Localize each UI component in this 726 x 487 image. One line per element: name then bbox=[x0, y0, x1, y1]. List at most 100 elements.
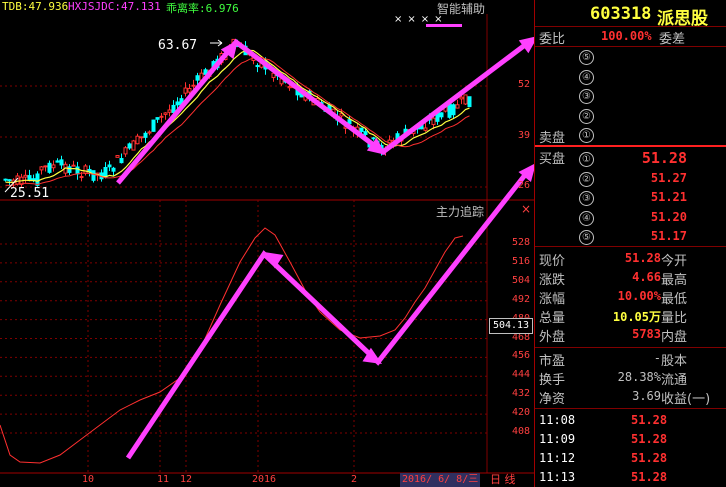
weibi-value: 100.00% bbox=[601, 29, 652, 43]
stat-label: 涨幅 bbox=[539, 292, 566, 307]
candle-body bbox=[175, 101, 180, 106]
candle-body bbox=[39, 166, 44, 171]
candle-body bbox=[187, 87, 192, 93]
sub-panel-title: 主力追踪 bbox=[436, 205, 485, 219]
stat-value: 10.05万 bbox=[612, 310, 661, 324]
kline-chart[interactable] bbox=[0, 0, 534, 487]
candle-body bbox=[195, 75, 200, 81]
candle-body bbox=[83, 165, 88, 174]
tick-row[interactable]: 11:08 51.28 bbox=[535, 412, 726, 430]
tick-row[interactable]: 11:12 51.28 bbox=[535, 450, 726, 468]
fundamental-label: 股本 bbox=[661, 354, 688, 369]
sell-level-number: ② bbox=[579, 108, 594, 124]
sell-level-number: ④ bbox=[579, 69, 594, 85]
fundamental-label: 市盈 bbox=[539, 354, 566, 369]
chart-area[interactable]: TDB:47.936 HXJSJDC:47.131 乖离率:6.976 智能辅助… bbox=[0, 0, 534, 487]
fundamental-value: 3.69 bbox=[632, 389, 661, 403]
sell-level-row: ③ bbox=[535, 87, 726, 105]
buy-price: 51.28 bbox=[641, 149, 687, 167]
candle-body bbox=[191, 84, 196, 87]
x-tick: 11 bbox=[157, 474, 170, 485]
candle-body bbox=[167, 109, 172, 113]
fundamental-row: 市盈 - 股本 bbox=[535, 350, 726, 369]
buy-level-number: ⑤ bbox=[579, 230, 594, 245]
fundamental-value: 28.38% bbox=[617, 370, 661, 384]
candle-body bbox=[143, 132, 148, 138]
close-icon[interactable]: × bbox=[394, 14, 407, 25]
buy-price: 51.21 bbox=[650, 190, 687, 204]
sell-level-number: ① bbox=[579, 128, 594, 143]
indicator-toggle-icons[interactable]: ×××× bbox=[394, 14, 448, 25]
candle-body bbox=[111, 167, 116, 172]
fundamental-label: 净资 bbox=[539, 392, 566, 407]
stat-row: 涨跌 4.66 最高 bbox=[535, 269, 726, 288]
high-price-label: 63.67 bbox=[158, 38, 198, 53]
candle-body bbox=[287, 86, 292, 89]
close-icon[interactable]: × bbox=[421, 14, 434, 25]
arrow-head-icon bbox=[264, 252, 284, 269]
y-tick-sub: 420 bbox=[511, 407, 530, 419]
candle-body bbox=[459, 96, 464, 100]
indicator-hxjsjdc: HXJSJDC:47.131 bbox=[68, 0, 161, 13]
candle-body bbox=[115, 155, 120, 158]
candle-body bbox=[119, 158, 124, 164]
buy-level-row: ① 51.28 bbox=[535, 149, 726, 168]
stat-label: 今开 bbox=[661, 254, 688, 269]
candle-body bbox=[43, 165, 48, 168]
close-icon[interactable]: × bbox=[407, 14, 420, 25]
buy-price: 51.20 bbox=[650, 209, 687, 224]
buy-level-row: ④ 51.20 bbox=[535, 209, 726, 227]
candle-body bbox=[139, 136, 144, 139]
indicator-bias: 乖离率:6.976 bbox=[166, 2, 239, 15]
stat-label: 最低 bbox=[661, 292, 688, 307]
fundamental-label: 收益(一) bbox=[661, 392, 711, 407]
close-icon[interactable]: × bbox=[434, 14, 447, 25]
candle-body bbox=[59, 159, 64, 166]
period-tab-daily[interactable]: 日 线 bbox=[490, 473, 516, 487]
candle-body bbox=[463, 94, 468, 105]
close-icon[interactable]: × bbox=[521, 202, 531, 216]
stat-label: 最高 bbox=[661, 273, 688, 288]
tick-price: 51.28 bbox=[631, 451, 668, 465]
buy-level-row: ② 51.27 bbox=[535, 170, 726, 188]
candle-body bbox=[3, 178, 8, 181]
stat-label: 外盘 bbox=[539, 330, 566, 345]
trend-arrow-upper bbox=[116, 38, 527, 185]
candle-body bbox=[359, 127, 364, 132]
stat-value: 5783 bbox=[632, 327, 661, 341]
candle-body bbox=[163, 112, 168, 115]
stat-row: 总量 10.05万 量比 bbox=[535, 307, 726, 326]
stock-header: 603318 派思股 bbox=[535, 2, 726, 29]
candle-body bbox=[27, 175, 32, 181]
stock-code: 603318 bbox=[590, 4, 652, 24]
candle-body bbox=[363, 131, 368, 135]
y-tick-sub: 456 bbox=[511, 350, 530, 362]
stat-value: 51.28 bbox=[624, 251, 661, 265]
tick-row[interactable]: 11:13 51.28 bbox=[535, 469, 726, 487]
y-tick-sub: 444 bbox=[511, 369, 530, 381]
buy-level-number: ② bbox=[579, 171, 594, 187]
candle-body bbox=[183, 87, 188, 94]
candle-body bbox=[127, 143, 132, 149]
y-tick-main: 52 bbox=[517, 79, 530, 90]
sell-level-row: ④ bbox=[535, 68, 726, 86]
candle-body bbox=[55, 160, 60, 163]
quote-panel: 603318 派思股 委比 100.00% 委差 ⑤④③②① 卖盘 买盘 ① 51… bbox=[534, 0, 726, 487]
candle-body bbox=[371, 137, 376, 140]
y-tick-main: 39 bbox=[517, 130, 530, 141]
fundamental-label: 换手 bbox=[539, 373, 566, 388]
tick-row[interactable]: 11:09 51.28 bbox=[535, 431, 726, 449]
buy-level-row: ⑤ 51.17 bbox=[535, 228, 726, 246]
buy-level-row: ③ 51.21 bbox=[535, 189, 726, 207]
tick-time: 11:09 bbox=[539, 432, 576, 446]
tick-time: 11:13 bbox=[539, 470, 576, 484]
moving-average-line bbox=[5, 49, 470, 184]
panel-title-assist: 智能辅助 bbox=[437, 2, 486, 16]
candle-body bbox=[423, 127, 428, 131]
buy-price: 51.27 bbox=[650, 170, 687, 185]
stat-label: 总量 bbox=[539, 311, 566, 326]
y-tick-sub: 492 bbox=[511, 293, 530, 305]
cursor-date: 2016/ 6/ 8/三 bbox=[400, 473, 481, 487]
stat-row: 现价 51.28 今开 bbox=[535, 250, 726, 269]
x-tick: 10 bbox=[82, 474, 95, 485]
